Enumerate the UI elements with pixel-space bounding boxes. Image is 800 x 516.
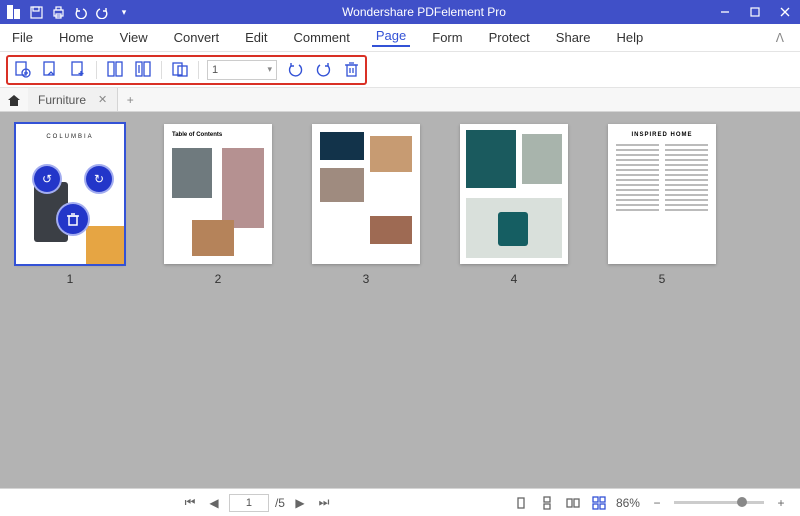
maximize-button[interactable] — [740, 0, 770, 24]
zoom-in-button[interactable]: + — [772, 494, 790, 512]
page-number-label: 3 — [363, 272, 370, 286]
rotate-overlay-icon[interactable]: ↺ — [34, 166, 60, 192]
close-button[interactable] — [770, 0, 800, 24]
menu-file[interactable]: File — [8, 30, 37, 45]
split-page-icon[interactable] — [105, 60, 125, 80]
zoom-slider[interactable] — [674, 501, 764, 504]
delete-overlay-icon[interactable] — [58, 204, 88, 234]
undo-icon[interactable] — [72, 4, 88, 20]
toolbar-highlight: 1▾ — [6, 55, 367, 85]
page-number-label: 5 — [659, 272, 666, 286]
zoom-out-button[interactable]: − — [648, 494, 666, 512]
page-number-input[interactable]: 1▾ — [207, 60, 277, 80]
menu-comment[interactable]: Comment — [290, 30, 354, 45]
menu-page[interactable]: Page — [372, 28, 410, 47]
first-page-button[interactable]: ⏮ — [181, 494, 199, 512]
page-toolbar: 1▾ — [0, 52, 800, 88]
split-page2-icon[interactable] — [133, 60, 153, 80]
chevron-down-icon: ▾ — [267, 64, 272, 75]
menu-convert[interactable]: Convert — [170, 30, 224, 45]
extract-page-icon[interactable] — [40, 60, 60, 80]
save-icon[interactable] — [28, 4, 44, 20]
app-title: Wondershare PDFelement Pro — [138, 5, 710, 19]
menu-edit[interactable]: Edit — [241, 30, 271, 45]
menu-help[interactable]: Help — [613, 30, 648, 45]
title-bar: ▾ Wondershare PDFelement Pro — [0, 0, 800, 24]
page-thumbnail[interactable]: 3 — [312, 124, 420, 286]
collapse-ribbon-icon[interactable]: ᐱ — [768, 31, 792, 45]
tab-strip: Furniture ✕ + — [0, 88, 800, 112]
menu-form[interactable]: Form — [428, 30, 466, 45]
view-single-icon[interactable] — [512, 494, 530, 512]
close-tab-icon[interactable]: ✕ — [98, 93, 107, 106]
thumb-title: COLUMBIA — [22, 134, 118, 140]
rotate-overlay2-icon[interactable]: ↻ — [86, 166, 112, 192]
menu-share[interactable]: Share — [552, 30, 595, 45]
delete-page-icon[interactable] — [341, 60, 361, 80]
page-number-label: 1 — [67, 272, 74, 286]
insert-page-icon[interactable] — [12, 60, 32, 80]
page-thumbnail[interactable]: Table of Contents 2 — [164, 124, 272, 286]
page-thumbnail[interactable]: INSPIRED HOME 5 — [608, 124, 716, 286]
menu-bar: File Home View Convert Edit Comment Page… — [0, 24, 800, 52]
view-continuous-icon[interactable] — [538, 494, 556, 512]
redo-icon[interactable] — [94, 4, 110, 20]
page-number-label: 4 — [511, 272, 518, 286]
prev-page-button[interactable]: ◀ — [205, 494, 223, 512]
rotate-right-icon[interactable] — [313, 60, 333, 80]
next-page-button[interactable]: ▶ — [291, 494, 309, 512]
extract-page2-icon[interactable] — [68, 60, 88, 80]
minimize-button[interactable] — [710, 0, 740, 24]
current-page-field[interactable]: 1 — [229, 494, 269, 512]
replace-page-icon[interactable] — [170, 60, 190, 80]
page-thumbnail[interactable]: COLUMBIA ↺ ↻ 1 — [16, 124, 124, 286]
status-bar: ⏮ ◀ 1 /5 ▶ ⏭ 86% − + — [0, 488, 800, 516]
view-facing-icon[interactable] — [564, 494, 582, 512]
menu-protect[interactable]: Protect — [485, 30, 534, 45]
thumb-title: INSPIRED HOME — [616, 132, 708, 138]
menu-home[interactable]: Home — [55, 30, 98, 45]
page-thumbnail[interactable]: 4 — [460, 124, 568, 286]
page-number-value: 1 — [212, 64, 218, 76]
page-total-label: /5 — [275, 496, 285, 510]
thumb-title: Table of Contents — [164, 124, 272, 146]
rotate-left-icon[interactable] — [285, 60, 305, 80]
view-thumbnails-icon[interactable] — [590, 494, 608, 512]
page-number-label: 2 — [215, 272, 222, 286]
tab-label: Furniture — [38, 93, 86, 107]
app-logo-icon — [6, 4, 22, 20]
new-tab-button[interactable]: + — [118, 88, 142, 111]
zoom-label: 86% — [616, 496, 640, 510]
document-tab[interactable]: Furniture ✕ — [28, 88, 118, 111]
last-page-button[interactable]: ⏭ — [315, 494, 333, 512]
print-icon[interactable] — [50, 4, 66, 20]
more-icon[interactable]: ▾ — [116, 4, 132, 20]
home-tab-icon[interactable] — [0, 88, 28, 111]
thumbnail-grid: COLUMBIA ↺ ↻ 1 Table of Contents 2 3 4 I… — [0, 112, 800, 488]
menu-view[interactable]: View — [116, 30, 152, 45]
